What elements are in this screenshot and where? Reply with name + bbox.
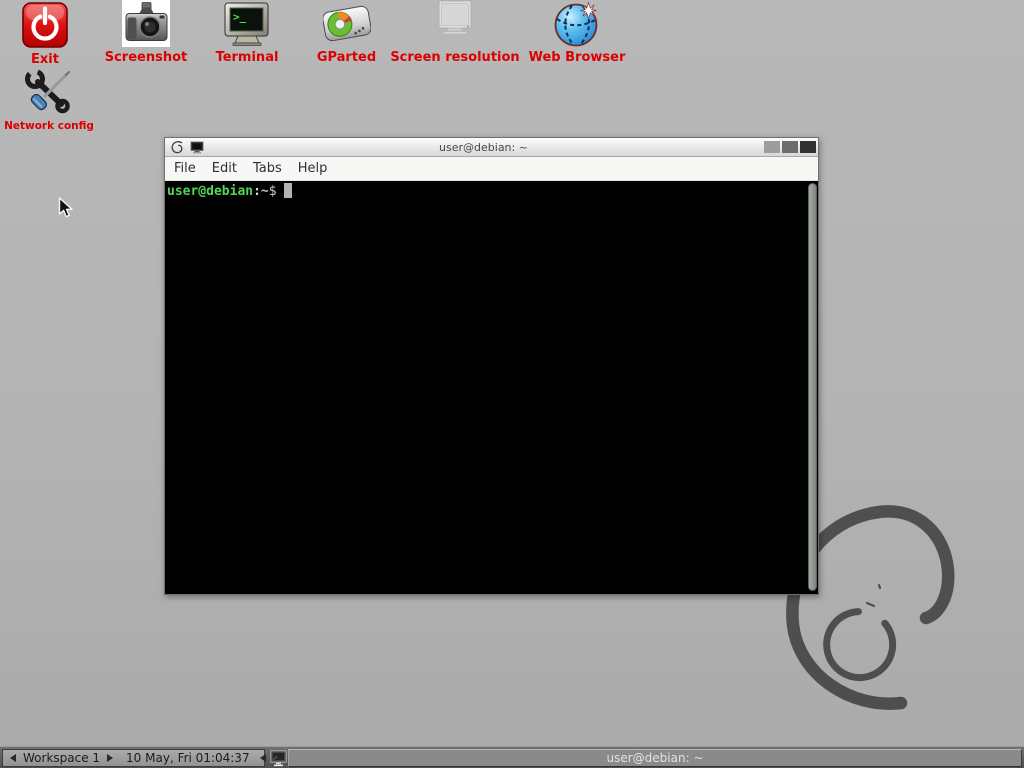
desktop-icon-exit[interactable]: Exit — [10, 2, 80, 67]
mouse-cursor — [58, 197, 75, 220]
desktop-icon-screen-resolution[interactable]: Screen resolution — [388, 0, 522, 65]
desktop: Exit Screenshot — [0, 0, 1024, 768]
workspace-clock-panel: Workspace 1 10 May, Fri 01:04:37 — [2, 749, 265, 767]
desktop-icon-screenshot[interactable]: Screenshot — [100, 0, 192, 65]
icon-label: Screenshot — [105, 51, 188, 65]
crt-terminal-icon: >_ — [223, 0, 271, 48]
desktop-icon-gparted[interactable]: GParted — [310, 0, 383, 65]
window-titlebar[interactable]: user@debian: ~ — [165, 138, 818, 157]
task-button-label: user@debian: ~ — [607, 751, 704, 765]
desktop-icon-terminal[interactable]: >_ Terminal — [204, 0, 290, 65]
terminal-window: user@debian: ~ File Edit Tabs Help user@… — [164, 137, 819, 595]
workspace-prev-arrow-icon[interactable] — [10, 754, 16, 762]
icon-label: Screen resolution — [390, 51, 519, 65]
desktop-icon-web-browser[interactable]: Web Browser — [526, 0, 628, 65]
menu-tabs[interactable]: Tabs — [245, 157, 290, 180]
monitor-icon — [270, 750, 288, 767]
menu-edit[interactable]: Edit — [204, 157, 245, 180]
terminal-scrollbar[interactable] — [808, 183, 817, 591]
maximize-button[interactable] — [782, 141, 798, 153]
icon-label: Web Browser — [529, 51, 626, 65]
terminal-screen[interactable]: user@debian:~$ — [165, 181, 818, 594]
terminal-menubar: File Edit Tabs Help — [165, 157, 818, 181]
taskbar: Workspace 1 10 May, Fri 01:04:37 user@de… — [0, 746, 1024, 768]
taskbar-window-button[interactable]: user@debian: ~ — [288, 749, 1022, 767]
workspace-next-arrow-icon[interactable] — [107, 754, 113, 762]
prompt-separator: : — [253, 184, 261, 199]
monitor-icon — [431, 0, 479, 48]
clock-prev-arrow-icon[interactable] — [260, 754, 266, 762]
terminal-icon-glyph: >_ — [233, 11, 247, 24]
globe-icon — [553, 0, 601, 48]
close-button[interactable] — [800, 141, 816, 153]
camera-icon — [121, 0, 171, 48]
power-icon — [22, 2, 68, 50]
taskbar-clock: 10 May, Fri 01:04:37 — [126, 751, 250, 765]
shell-prompt: user@debian:~$ — [167, 183, 292, 200]
icon-label: Exit — [31, 53, 59, 67]
prompt-user-host: user@debian — [167, 184, 253, 199]
menu-file[interactable]: File — [166, 157, 204, 180]
prompt-symbol: $ — [269, 184, 277, 199]
icon-label: Network config — [4, 119, 94, 133]
menu-help[interactable]: Help — [290, 157, 336, 180]
workspace-label[interactable]: Workspace 1 — [23, 751, 100, 765]
window-title: user@debian: ~ — [165, 138, 802, 157]
text-cursor — [284, 183, 292, 198]
icon-label: GParted — [317, 51, 376, 65]
hard-disk-partition-icon — [323, 0, 371, 48]
prompt-path: ~ — [261, 184, 269, 199]
minimize-button[interactable] — [764, 141, 780, 153]
tools-icon — [24, 68, 74, 116]
desktop-icon-network-config[interactable]: Network config — [3, 68, 95, 133]
show-desktop-button[interactable] — [270, 750, 288, 767]
icon-label: Terminal — [216, 51, 279, 65]
